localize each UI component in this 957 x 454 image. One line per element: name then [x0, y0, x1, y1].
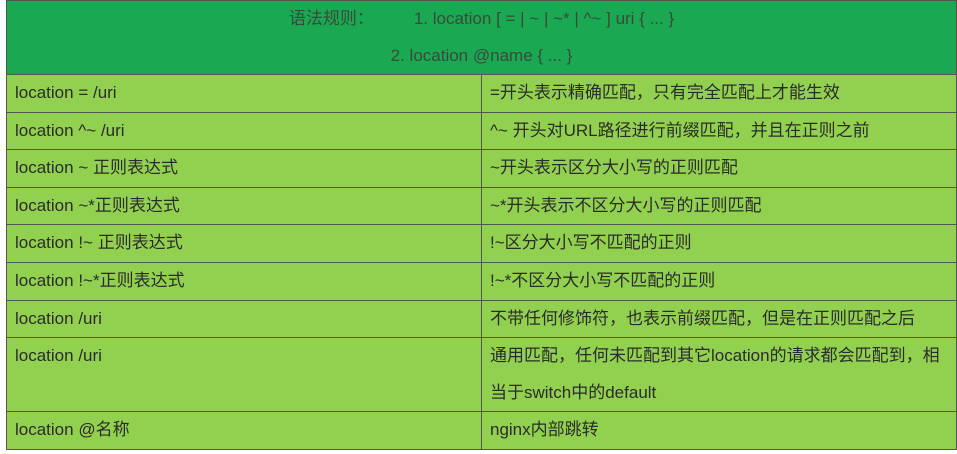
table-header-row: 语法规则： 1. location [ = | ~ | ~* | ^~ ] uri… — [6, 0, 957, 75]
pattern-cell: location /uri — [6, 299, 482, 339]
table-row: location !~ 正则表达式 !~区分大小写不匹配的正则 — [6, 224, 957, 263]
pattern-cell: location ^~ /uri — [6, 111, 482, 151]
pattern-cell: location ~ 正则表达式 — [6, 149, 482, 188]
table-row: location ^~ /uri ^~ 开头对URL路径进行前缀匹配，并且在正则… — [6, 111, 957, 151]
description-cell: =开头表示精确匹配，只有完全匹配上才能生效 — [481, 74, 957, 113]
syntax-line-1: 语法规则： 1. location [ = | ~ | ~* | ^~ ] uri… — [8, 2, 956, 38]
page: 语法规则： 1. location [ = | ~ | ~* | ^~ ] uri… — [0, 0, 957, 454]
description-cell: !~*不区分大小写不匹配的正则 — [481, 261, 957, 301]
syntax-lead-label: 语法规则： — [288, 9, 374, 28]
table-row: location !~*正则表达式 !~*不区分大小写不匹配的正则 — [6, 261, 957, 301]
pattern-cell: location /uri — [6, 337, 482, 413]
table-row: location = /uri =开头表示精确匹配，只有完全匹配上才能生效 — [6, 74, 957, 113]
table-row: location ~*正则表达式 ~*开头表示不区分大小写的正则匹配 — [6, 186, 957, 226]
pattern-cell: location !~*正则表达式 — [6, 261, 482, 301]
syntax-rule-2: 2. location @name { ... } — [390, 45, 573, 65]
description-cell: 通用匹配，任何未匹配到其它location的请求都会匹配到，相当于switch中… — [481, 337, 957, 413]
description-cell: ~开头表示区分大小写的正则匹配 — [481, 149, 957, 188]
pattern-cell: location !~ 正则表达式 — [6, 224, 482, 263]
pattern-cell: location @名称 — [6, 411, 482, 450]
table-row: location ~ 正则表达式 ~开头表示区分大小写的正则匹配 — [6, 149, 957, 188]
table-row: location /uri 不带任何修饰符，也表示前缀匹配，但是在正则匹配之后 — [6, 299, 957, 339]
pattern-cell: location ~*正则表达式 — [6, 186, 482, 226]
description-cell: 不带任何修饰符，也表示前缀匹配，但是在正则匹配之后 — [481, 299, 957, 339]
description-cell: ~*开头表示不区分大小写的正则匹配 — [481, 186, 957, 226]
table-row: location @名称 nginx内部跳转 — [6, 411, 957, 450]
syntax-rule-1: 1. location [ = | ~ | ~* | ^~ ] uri { ..… — [413, 9, 675, 28]
pattern-cell: location = /uri — [6, 74, 482, 113]
syntax-header: 语法规则： 1. location [ = | ~ | ~* | ^~ ] uri… — [6, 0, 957, 75]
description-cell: !~区分大小写不匹配的正则 — [481, 224, 957, 263]
location-rules-table: 语法规则： 1. location [ = | ~ | ~* | ^~ ] uri… — [6, 0, 957, 450]
description-cell: nginx内部跳转 — [481, 411, 957, 450]
description-cell: ^~ 开头对URL路径进行前缀匹配，并且在正则之前 — [481, 111, 957, 151]
table-row: location /uri 通用匹配，任何未匹配到其它location的请求都会… — [6, 337, 957, 413]
